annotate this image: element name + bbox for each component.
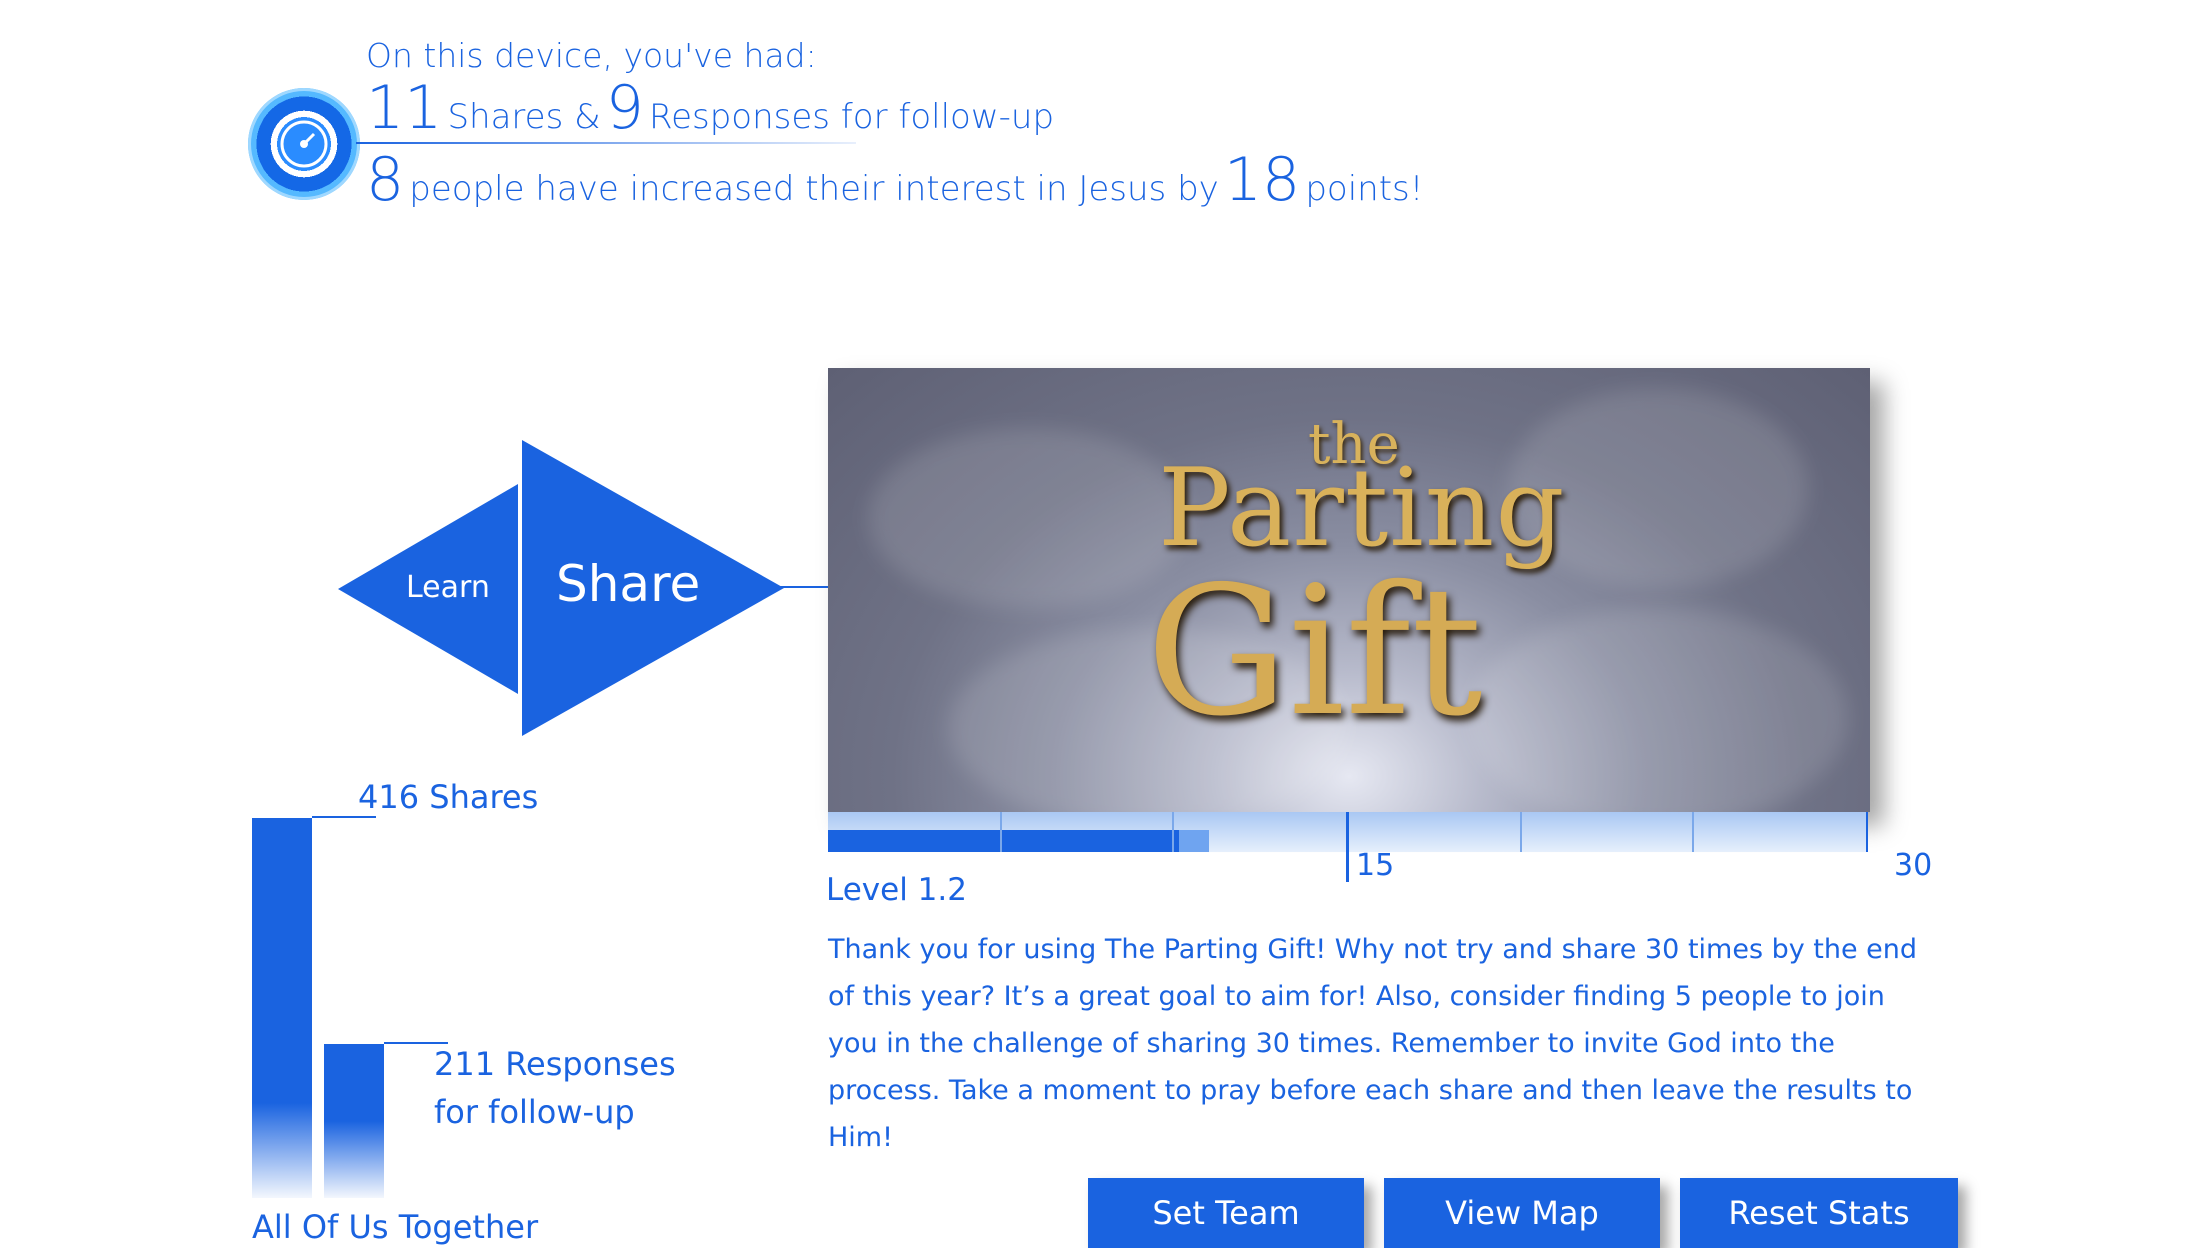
- aggregate-responses-label: 211 Responses for follow-up: [434, 1040, 676, 1136]
- video-title-gift: Gift: [1146, 548, 1483, 755]
- people-count: 8: [366, 145, 405, 215]
- shares-leader-line: [312, 816, 376, 818]
- learn-button[interactable]: Learn: [338, 484, 518, 694]
- set-team-button[interactable]: Set Team: [1088, 1178, 1364, 1248]
- device-responses-count: 9: [605, 73, 644, 143]
- share-button[interactable]: Share: [522, 440, 784, 736]
- progress-fill: [828, 830, 1179, 852]
- learn-label: Learn: [406, 570, 490, 605]
- device-shares-line: 11 Shares & 9 Responses for follow-up: [366, 78, 1054, 138]
- device-shares-text: Shares &: [447, 97, 601, 137]
- interest-text: people have increased their interest in …: [409, 169, 1219, 209]
- responses-label-line2: for follow-up: [434, 1093, 635, 1131]
- video-banner[interactable]: the Parting Gift: [828, 368, 1870, 812]
- points-text: points!: [1305, 169, 1424, 209]
- progress-marker-30: [1866, 812, 1868, 852]
- stats-divider: [356, 142, 856, 144]
- all-of-us-together-label: All Of Us Together: [252, 1208, 539, 1246]
- progress-label-15: 15: [1356, 848, 1395, 883]
- view-map-button[interactable]: View Map: [1384, 1178, 1660, 1248]
- progress-tick: [1520, 812, 1522, 852]
- aggregate-shares-label: 416 Shares: [358, 778, 539, 816]
- share-label: Share: [556, 555, 701, 613]
- encouragement-message: Thank you for using The Parting Gift! Wh…: [828, 934, 1918, 1153]
- device-stats-intro: On this device, you've had:: [366, 36, 817, 75]
- progress-marker-15: [1346, 812, 1349, 882]
- aggregate-shares-bar: [252, 818, 312, 1198]
- device-interest-line: 8 people have increased their interest i…: [366, 150, 1423, 210]
- share-connector-line: [780, 586, 828, 588]
- progress-tick: [1692, 812, 1694, 852]
- progress-tick: [1000, 812, 1002, 852]
- device-shares-count: 11: [366, 73, 443, 143]
- speedometer-icon: [248, 88, 360, 200]
- progress-label-30: 30: [1894, 848, 1933, 883]
- device-responses-text: Responses for follow-up: [648, 97, 1055, 137]
- responses-label-line1: 211 Responses: [434, 1045, 676, 1083]
- points-count: 18: [1223, 145, 1301, 215]
- reset-stats-button[interactable]: Reset Stats: [1680, 1178, 1958, 1248]
- aggregate-responses-bar: [324, 1044, 384, 1198]
- progress-tick: [1172, 812, 1174, 852]
- level-label: Level 1.2: [826, 872, 967, 908]
